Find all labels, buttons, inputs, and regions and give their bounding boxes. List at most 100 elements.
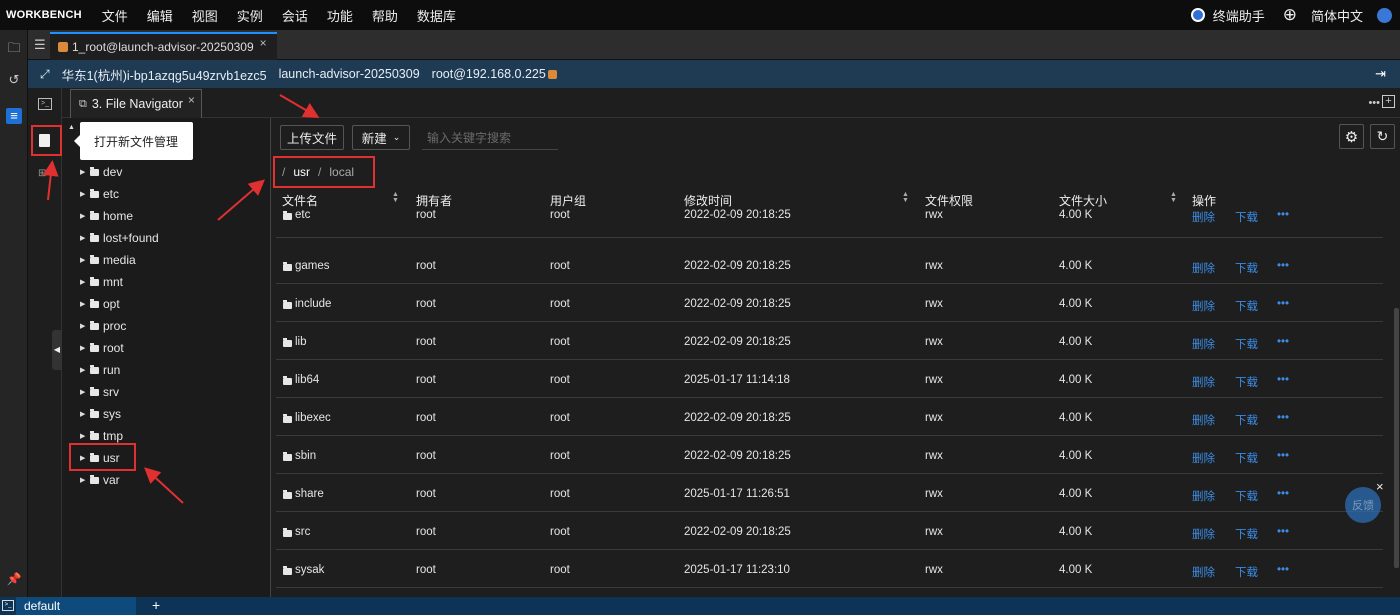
more-icon[interactable]: ••• — [1368, 97, 1380, 109]
file-name[interactable]: games — [295, 260, 330, 272]
more-actions-icon[interactable]: ••• — [1277, 374, 1289, 386]
tree-item-srv[interactable]: ▶ srv — [80, 381, 119, 403]
menu-session[interactable]: 会话 — [282, 6, 308, 25]
tree-up-arrow-icon[interactable]: ▲ — [68, 124, 75, 131]
file-name[interactable]: etc — [295, 209, 310, 221]
close-tab-icon[interactable]: × — [260, 36, 267, 50]
expand-icon[interactable]: ▶ — [80, 278, 90, 286]
more-actions-icon[interactable]: ••• — [1277, 450, 1289, 462]
table-row[interactable]: sbin root root 2022-02-09 20:18:25 rwx 4.00 K… — [276, 436, 1383, 474]
download-link[interactable]: 下载 — [1235, 450, 1258, 466]
file-name[interactable]: libexec — [295, 412, 331, 424]
download-link[interactable]: 下载 — [1235, 412, 1258, 428]
expand-icon[interactable]: ▶ — [80, 432, 90, 440]
scrollbar[interactable] — [1394, 308, 1399, 568]
file-name[interactable]: share — [295, 488, 324, 500]
table-row[interactable]: lib root root 2022-02-09 20:18:25 rwx 4.00 K 删… — [276, 322, 1383, 360]
file-name[interactable]: src — [295, 526, 310, 538]
table-row[interactable]: etc root root 2022-02-09 20:18:25 rwx 4.00 K 删… — [276, 200, 1383, 238]
table-row[interactable]: share root root 2025-01-17 11:26:51 rwx 4.00 … — [276, 474, 1383, 512]
expand-icon[interactable]: ▶ — [80, 454, 90, 462]
more-actions-icon[interactable]: ••• — [1277, 209, 1289, 221]
breadcrumb-local[interactable]: local — [329, 165, 354, 179]
terminal-icon[interactable]: >_ — [2, 600, 14, 611]
menu-instance[interactable]: 实例 — [237, 6, 263, 25]
tree-item-run[interactable]: ▶ run — [80, 359, 120, 381]
tree-item-var[interactable]: ▶ var — [80, 469, 120, 491]
delete-link[interactable]: 删除 — [1192, 488, 1215, 504]
more-actions-icon[interactable]: ••• — [1277, 336, 1289, 348]
download-link[interactable]: 下载 — [1235, 260, 1258, 276]
assistant-icon[interactable] — [1190, 8, 1205, 22]
collapse-tree-icon[interactable]: ◀ — [52, 330, 62, 370]
expand-icon[interactable]: ▶ — [80, 234, 90, 242]
file-name[interactable]: lib — [295, 336, 307, 348]
collapse-menu-icon[interactable]: ☰ — [34, 37, 46, 53]
tree-item-dev[interactable]: ▶ dev — [80, 161, 122, 183]
server-list-icon[interactable]: ≡ — [6, 108, 22, 124]
delete-link[interactable]: 删除 — [1192, 526, 1215, 542]
delete-link[interactable]: 删除 — [1192, 450, 1215, 466]
delete-link[interactable]: 删除 — [1192, 209, 1215, 225]
expand-icon[interactable]: ▶ — [80, 322, 90, 330]
menu-edit[interactable]: 编辑 — [147, 6, 173, 25]
new-button[interactable]: 新建 ⌄ — [352, 125, 410, 150]
refresh-icon[interactable]: ↻ — [1370, 124, 1395, 149]
settings-gear-icon[interactable]: ⚙ — [1339, 124, 1364, 149]
more-actions-icon[interactable]: ••• — [1277, 526, 1289, 538]
session-tab[interactable]: 1_root@launch-advisor-20250309 × — [50, 32, 277, 60]
tree-item-media[interactable]: ▶ media — [80, 249, 136, 271]
download-link[interactable]: 下载 — [1235, 298, 1258, 314]
table-row[interactable]: libexec root root 2022-02-09 20:18:25 rwx 4.0… — [276, 398, 1383, 436]
menu-file[interactable]: 文件 — [102, 6, 128, 25]
download-link[interactable]: 下载 — [1235, 209, 1258, 225]
search-input[interactable] — [422, 126, 558, 150]
download-link[interactable]: 下载 — [1235, 336, 1258, 352]
download-link[interactable]: 下载 — [1235, 488, 1258, 504]
download-link[interactable]: 下载 — [1235, 564, 1258, 580]
file-manager-icon[interactable] — [39, 134, 50, 147]
tree-item-mnt[interactable]: ▶ mnt — [80, 271, 123, 293]
folder-icon[interactable]: 🗀 — [6, 40, 22, 56]
tree-item-lost-found[interactable]: ▶ lost+found — [80, 227, 159, 249]
expand-icon[interactable]: ▶ — [80, 366, 90, 374]
expand-icon[interactable]: ▶ — [80, 256, 90, 264]
tree-item-home[interactable]: ▶ home — [80, 205, 133, 227]
tree-item-sys[interactable]: ▶ sys — [80, 403, 121, 425]
more-actions-icon[interactable]: ••• — [1277, 260, 1289, 272]
expand-icon[interactable]: ▶ — [80, 190, 90, 198]
more-actions-icon[interactable]: ••• — [1277, 298, 1289, 310]
file-name[interactable]: lib64 — [295, 374, 319, 386]
download-link[interactable]: 下载 — [1235, 374, 1258, 390]
assistant-label[interactable]: 终端助手 — [1213, 6, 1265, 25]
delete-link[interactable]: 删除 — [1192, 412, 1215, 428]
new-panel-icon[interactable]: + — [1382, 95, 1395, 108]
expand-icon[interactable]: ▶ — [80, 168, 90, 176]
grid-icon[interactable]: ⊞ — [38, 168, 46, 179]
file-name[interactable]: sysak — [295, 564, 324, 576]
delete-link[interactable]: 删除 — [1192, 260, 1215, 276]
expand-icon[interactable]: ▶ — [80, 410, 90, 418]
delete-link[interactable]: 删除 — [1192, 298, 1215, 314]
more-actions-icon[interactable]: ••• — [1277, 488, 1289, 500]
file-name[interactable]: include — [295, 298, 331, 310]
history-icon[interactable]: ↺ — [6, 72, 22, 88]
breadcrumb-usr[interactable]: usr — [293, 165, 310, 179]
close-feedback-icon[interactable]: × — [1376, 479, 1384, 494]
delete-link[interactable]: 删除 — [1192, 374, 1215, 390]
upload-button[interactable]: 上传文件 — [280, 125, 344, 150]
file-navigator-tab[interactable]: ⧉ 3. File Navigator × — [70, 89, 202, 118]
expand-icon[interactable]: ▶ — [80, 212, 90, 220]
user-avatar-icon[interactable] — [1377, 7, 1392, 23]
table-row[interactable]: include root root 2022-02-09 20:18:25 rwx 4.0… — [276, 284, 1383, 322]
menu-view[interactable]: 视图 — [192, 6, 218, 25]
tree-item-proc[interactable]: ▶ proc — [80, 315, 126, 337]
menu-help[interactable]: 帮助 — [372, 6, 398, 25]
more-actions-icon[interactable]: ••• — [1277, 412, 1289, 424]
delete-link[interactable]: 删除 — [1192, 564, 1215, 580]
tree-item-etc[interactable]: ▶ etc — [80, 183, 119, 205]
add-circle-icon[interactable]: ⊕ — [1283, 5, 1297, 25]
tree-item-tmp[interactable]: ▶ tmp — [80, 425, 123, 447]
expand-icon[interactable]: ▶ — [80, 300, 90, 308]
terminal-icon[interactable]: >_ — [38, 98, 52, 110]
